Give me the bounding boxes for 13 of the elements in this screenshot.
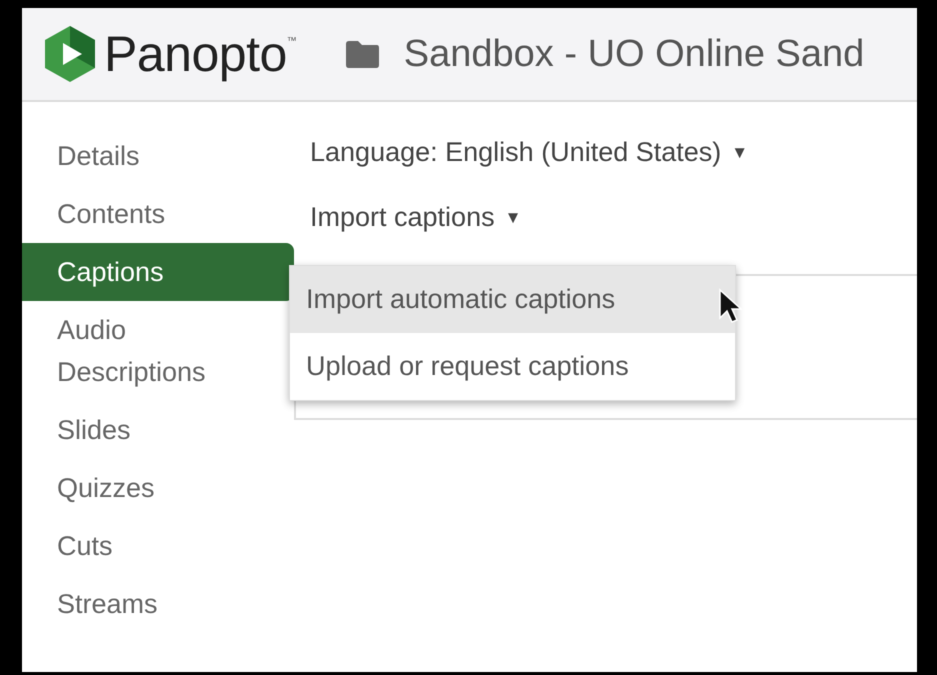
sidebar-item[interactable]: Details bbox=[22, 127, 294, 185]
sidebar-item[interactable]: Contents bbox=[22, 185, 294, 243]
folder-icon bbox=[344, 40, 380, 68]
sidebar-item[interactable]: Quizzes bbox=[22, 459, 294, 517]
folder-title: Sandbox - UO Online Sand bbox=[404, 32, 864, 76]
logo-text: Panopto bbox=[104, 24, 287, 84]
sidebar-item[interactable]: Streams bbox=[22, 575, 294, 633]
sidebar-item[interactable]: Slides bbox=[22, 401, 294, 459]
sidebar-item[interactable]: Captions bbox=[22, 243, 294, 301]
menu-item[interactable]: Upload or request captions bbox=[290, 333, 735, 400]
menu-item[interactable]: Import automatic captions bbox=[290, 266, 735, 333]
sidebar-item[interactable]: Cuts bbox=[22, 517, 294, 575]
trademark-mark: ™ bbox=[286, 35, 297, 49]
